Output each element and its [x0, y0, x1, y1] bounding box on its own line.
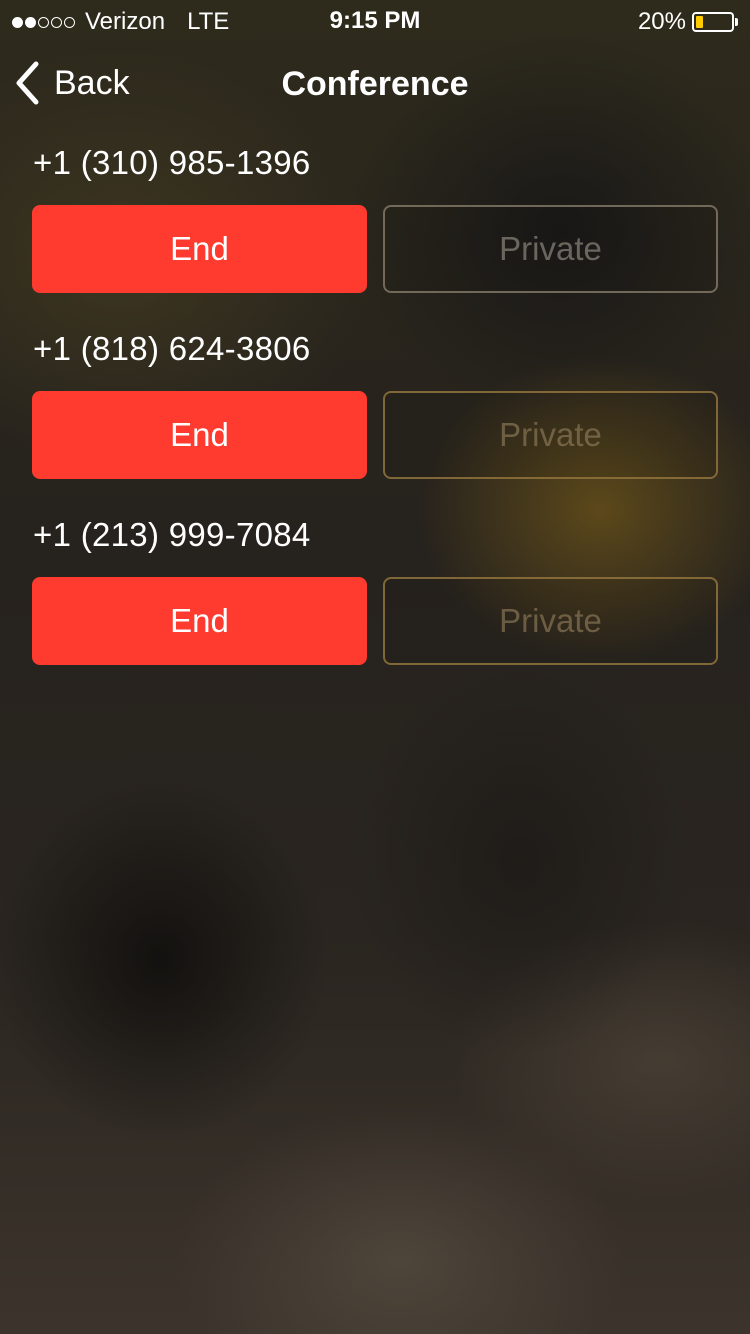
battery-percent: 20% — [637, 8, 686, 35]
battery-fill — [696, 16, 703, 28]
private-call-button[interactable]: Private — [383, 577, 718, 665]
caller-number: +1 (818) 624-3806 — [33, 330, 311, 367]
status-right: 20% — [638, 8, 738, 36]
caller-number: +1 (310) 985-1396 — [33, 144, 311, 181]
end-call-button[interactable]: End — [32, 205, 367, 293]
battery-tip — [735, 18, 738, 26]
private-call-button[interactable]: Private — [383, 205, 718, 293]
caller-row: +1 (310) 985-1396 End Private — [0, 128, 750, 314]
navigation-bar: Back Conference — [0, 40, 750, 128]
battery-icon — [692, 12, 734, 32]
conference-caller-list: +1 (310) 985-1396 End Private +1 (818) 6… — [0, 128, 750, 686]
private-call-button[interactable]: Private — [383, 391, 718, 479]
caller-row: +1 (213) 999-7084 End Private — [0, 500, 750, 686]
page-title: Conference — [281, 65, 469, 103]
caller-number: +1 (213) 999-7084 — [33, 516, 311, 553]
end-call-button[interactable]: End — [32, 391, 367, 479]
end-call-button[interactable]: End — [32, 577, 367, 665]
caller-row: +1 (818) 624-3806 End Private — [0, 314, 750, 500]
status-bar: Verizon LTE 9:15 PM 20% — [0, 0, 750, 40]
